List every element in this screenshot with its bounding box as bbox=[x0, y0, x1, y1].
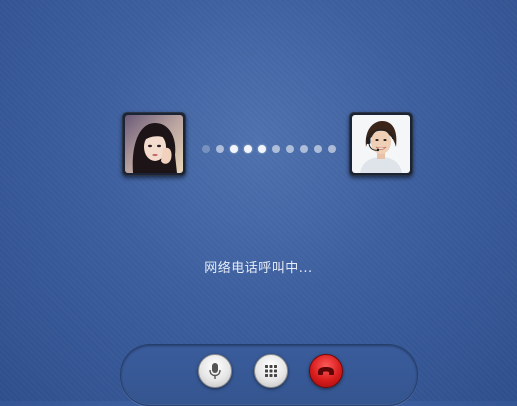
caller-avatar-photo bbox=[125, 115, 183, 173]
mute-button[interactable] bbox=[198, 354, 232, 388]
call-status-text: 网络电话呼叫中... bbox=[204, 261, 313, 276]
call-progress-indicator bbox=[202, 144, 336, 154]
hang-up-button[interactable] bbox=[309, 354, 343, 388]
progress-dot bbox=[328, 145, 336, 153]
progress-dot bbox=[272, 145, 280, 153]
progress-dot bbox=[286, 145, 294, 153]
call-control-bar bbox=[120, 344, 418, 406]
progress-dot bbox=[258, 145, 266, 153]
progress-dot bbox=[202, 145, 210, 153]
progress-dot bbox=[216, 145, 224, 153]
microphone-icon bbox=[209, 363, 221, 379]
callee-avatar-photo bbox=[352, 115, 410, 173]
hang-up-icon bbox=[318, 367, 334, 375]
progress-dot bbox=[230, 145, 238, 153]
keypad-icon bbox=[265, 365, 277, 377]
progress-dot bbox=[314, 145, 322, 153]
callee-avatar bbox=[349, 112, 413, 176]
progress-dot bbox=[244, 145, 252, 153]
caller-avatar bbox=[122, 112, 186, 176]
progress-dot bbox=[300, 145, 308, 153]
keypad-button[interactable] bbox=[254, 354, 288, 388]
